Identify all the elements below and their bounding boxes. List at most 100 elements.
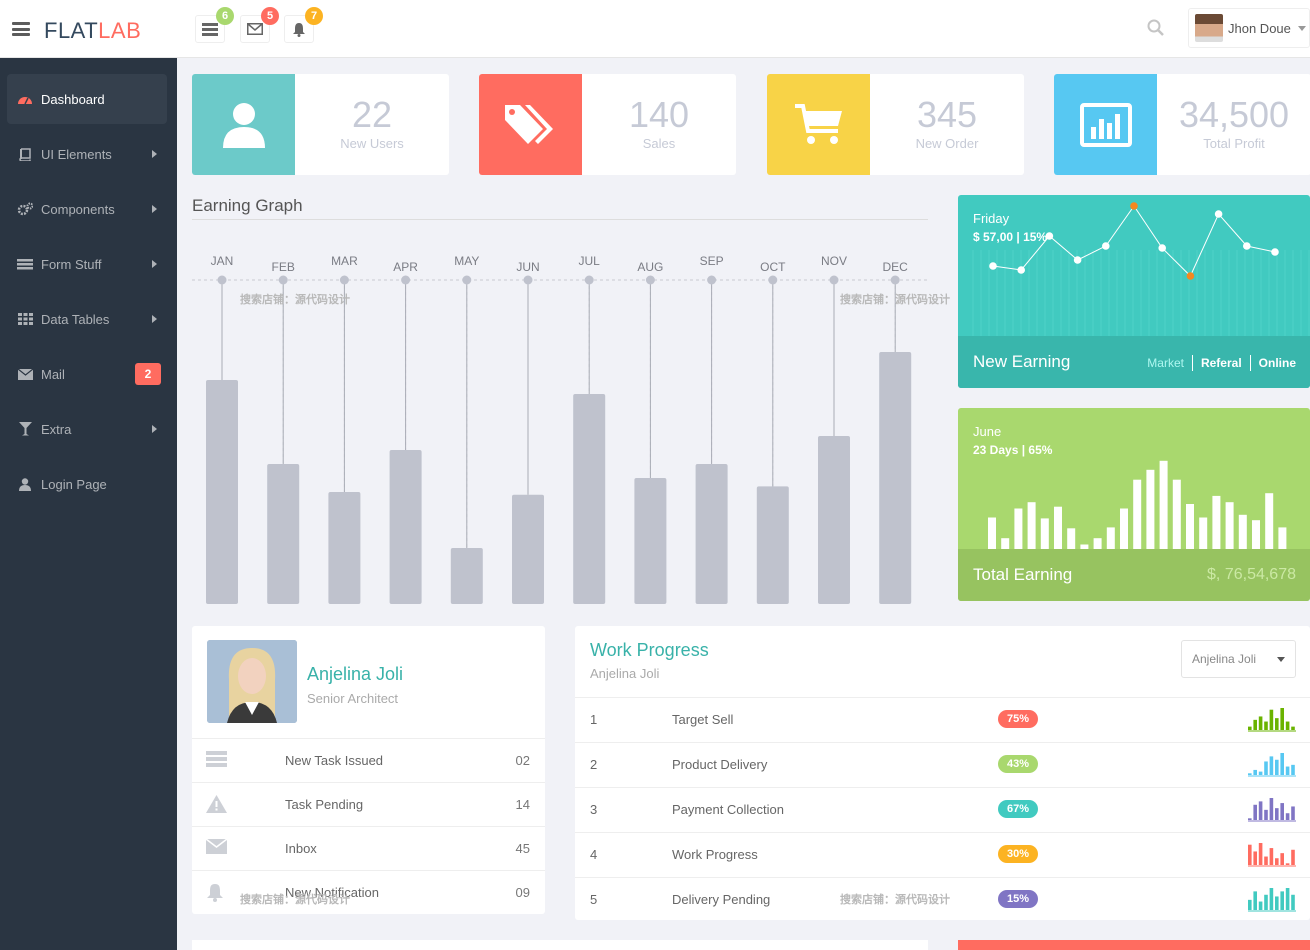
sparkline-bar	[1280, 753, 1284, 775]
chart-point	[1271, 248, 1279, 256]
glass-icon	[18, 422, 32, 436]
widget-footer: Total Earning $, 76,54,678	[958, 549, 1310, 601]
sparkline-bar	[1269, 848, 1274, 865]
sidebar: Dashboard UI Elements Components Form St…	[0, 58, 177, 950]
chart-bar	[1278, 527, 1287, 549]
chart-bar	[879, 352, 912, 604]
watermark-text: 搜索店铺：源代码设计	[240, 894, 350, 906]
referal-link[interactable]: Referal	[1201, 356, 1242, 370]
sidebar-item-components[interactable]: Components	[7, 184, 167, 234]
stat-symbol	[192, 74, 295, 175]
chart-bar	[389, 450, 422, 604]
tags-icon	[504, 104, 553, 144]
chart-bar	[1238, 514, 1247, 549]
sparkline-chart	[1248, 753, 1296, 777]
table-row[interactable]: 3 Payment Collection 67%	[575, 787, 1310, 831]
task-name: Payment Collection	[672, 802, 784, 817]
sparkline-bar	[1269, 888, 1274, 910]
sidebar-item-ui-elements[interactable]: UI Elements	[7, 129, 167, 179]
search-icon[interactable]	[1147, 19, 1165, 37]
mail-count-badge: 2	[135, 363, 161, 385]
inbox-notification-button[interactable]: 5	[240, 7, 279, 43]
chart-bar	[1186, 504, 1194, 549]
widget-footer: New Earning Market Referal Online	[958, 336, 1310, 388]
list-item[interactable]: Inbox 45	[192, 826, 545, 870]
chart-bar	[1159, 460, 1168, 549]
stat-label: New Users	[340, 136, 404, 151]
chevron-right-icon	[152, 315, 157, 323]
chart-point	[645, 275, 655, 285]
sidebar-item-label: UI Elements	[41, 146, 112, 162]
task-name: Target Sell	[672, 712, 734, 727]
watermark-text: 搜索店铺：源代码设计	[240, 294, 350, 306]
sidebar-item-mail[interactable]: Mail 2	[7, 349, 167, 399]
bell-icon	[293, 22, 305, 37]
person-select[interactable]: Anjelina Joli	[1181, 640, 1296, 678]
stat-card-total-profit[interactable]: 34,500 Total Profit	[1054, 74, 1310, 175]
tasks-notification-button[interactable]: 6	[195, 7, 234, 43]
sparkline-bar	[1275, 759, 1279, 775]
grid-icon	[17, 313, 33, 325]
market-link[interactable]: Market	[1147, 356, 1184, 370]
chart-point	[707, 275, 717, 285]
sidebar-item-dashboard[interactable]: Dashboard	[7, 74, 167, 124]
stat-value: 34,500	[1178, 94, 1290, 135]
x-tick-label: JUL	[579, 254, 601, 268]
new-earning-line-chart	[972, 202, 1310, 336]
sparkline-bar	[1258, 716, 1263, 730]
envelope-icon	[206, 839, 227, 854]
chart-bar	[512, 494, 544, 604]
chart-bar	[450, 548, 483, 604]
new-earning-widget: Friday $ 57,00 | 15% New Earning Market …	[958, 195, 1310, 388]
chart-bar	[1054, 506, 1062, 549]
stat-card-new-users[interactable]: 22 New Users	[192, 74, 449, 175]
x-tick-label: DEC	[883, 260, 909, 274]
stat-card-new-order[interactable]: 345 New Order	[767, 74, 1024, 175]
cogs-icon	[17, 202, 33, 216]
profile-name[interactable]: Anjelina Joli	[307, 664, 403, 685]
sparkline-bar	[1248, 726, 1252, 730]
x-tick-label: JAN	[211, 254, 234, 268]
stat-symbol	[479, 74, 582, 175]
x-tick-label: JUN	[516, 260, 539, 274]
stat-card-sales[interactable]: 140 Sales	[479, 74, 736, 175]
sparkline-bar	[1253, 804, 1257, 820]
sparkline-bar	[1280, 803, 1284, 820]
tasks-icon	[17, 258, 33, 269]
chart-point	[1158, 244, 1166, 252]
list-item[interactable]: New Task Issued 02	[192, 738, 545, 782]
sparkline-chart	[1248, 888, 1296, 912]
sidebar-item-extra[interactable]: Extra	[7, 404, 167, 454]
logo[interactable]: FLATLAB	[44, 18, 141, 44]
sidebar-item-label: Data Tables	[41, 311, 110, 327]
alerts-notification-button[interactable]: 7	[284, 7, 323, 43]
table-row[interactable]: 1 Target Sell 75%	[575, 697, 1310, 741]
user-name: Jhon Doue	[1228, 20, 1291, 36]
sidebar-item-login-page[interactable]: Login Page	[7, 459, 167, 509]
menu-toggle-icon[interactable]	[12, 22, 30, 36]
chevron-down-icon	[1297, 25, 1306, 31]
top-header: FLATLAB 6 5 7 Jhon Doue	[0, 0, 1310, 58]
tasks-icon	[202, 22, 218, 36]
chart-bar	[1133, 479, 1142, 549]
list-item[interactable]: Task Pending 14	[192, 782, 545, 826]
sparkline-bar	[1258, 843, 1263, 865]
table-row[interactable]: 4 Work Progress 30%	[575, 832, 1310, 876]
user-menu[interactable]: Jhon Doue	[1188, 8, 1310, 48]
online-link[interactable]: Online	[1259, 356, 1296, 370]
sparkline-bar	[1269, 756, 1274, 775]
x-tick-label: MAY	[454, 254, 479, 268]
table-row[interactable]: 2 Product Delivery 43%	[575, 742, 1310, 786]
sidebar-item-data-tables[interactable]: Data Tables	[7, 294, 167, 344]
sidebar-item-label: Extra	[41, 421, 72, 437]
sparkline-bar	[1258, 801, 1263, 820]
progress-badge: 75%	[998, 710, 1038, 728]
sparkline-bar	[1291, 849, 1295, 865]
chart-point	[1214, 210, 1223, 218]
tasks-count-badge: 6	[216, 7, 234, 25]
x-tick-label: NOV	[821, 254, 847, 268]
sidebar-item-form-stuff[interactable]: Form Stuff	[7, 239, 167, 289]
progress-badge: 43%	[998, 755, 1038, 773]
chart-bar	[1067, 528, 1076, 549]
chart-bar	[1120, 508, 1128, 549]
